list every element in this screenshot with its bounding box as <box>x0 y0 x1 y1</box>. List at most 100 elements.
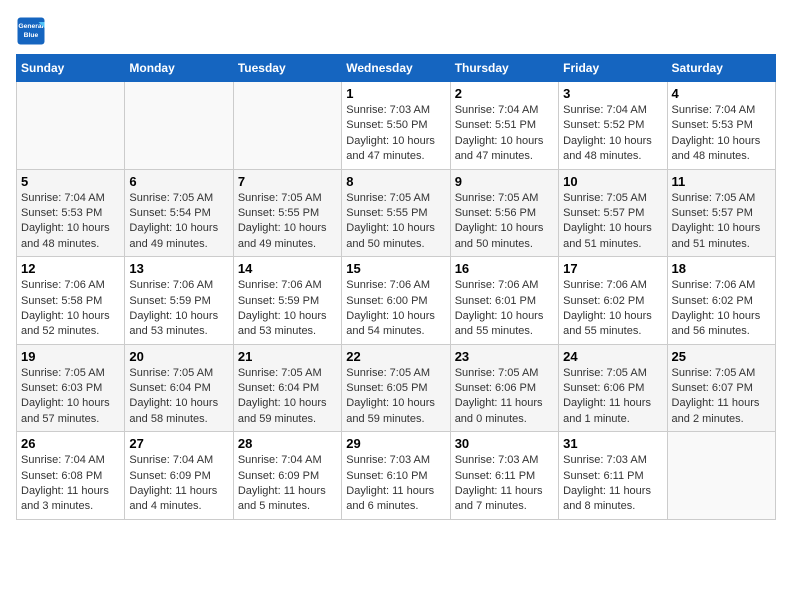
calendar-cell: 1 Sunrise: 7:03 AM Sunset: 5:50 PM Daylig… <box>342 82 450 170</box>
calendar-cell <box>667 432 775 520</box>
calendar-cell: 17Sunrise: 7:06 AM Sunset: 6:02 PM Dayli… <box>559 257 667 345</box>
day-number: 30 <box>455 436 554 451</box>
calendar-cell: 14 Sunrise: 7:06 AM Sunset: 5:59 PM Dayli… <box>233 257 341 345</box>
calendar-cell: 3 Sunrise: 7:04 AM Sunset: 5:52 PM Daylig… <box>559 82 667 170</box>
calendar-cell: 21Sunrise: 7:05 AM Sunset: 6:04 PM Dayli… <box>233 344 341 432</box>
calendar-cell: 2 Sunrise: 7:04 AM Sunset: 5:51 PM Daylig… <box>450 82 558 170</box>
day-info: Sunrise: 7:05 AM Sunset: 5:57 PM Dayligh… <box>563 191 662 253</box>
day-number: 31 <box>563 436 662 451</box>
day-info: Sunrise: 7:05 AM Sunset: 5:54 PM Dayligh… <box>129 191 228 253</box>
day-number: 22 <box>346 349 445 364</box>
calendar-cell: 9 Sunrise: 7:05 AM Sunset: 5:56 PM Daylig… <box>450 169 558 257</box>
day-info: Sunrise: 7:05 AM Sunset: 6:06 PM Dayligh… <box>563 366 662 428</box>
day-number: 16 <box>455 261 554 276</box>
day-number: 15 <box>346 261 445 276</box>
calendar-cell: 16 Sunrise: 7:06 AM Sunset: 6:01 PM Dayli… <box>450 257 558 345</box>
day-number: 3 <box>563 86 662 101</box>
calendar-cell: 7Sunrise: 7:05 AM Sunset: 5:55 PM Daylig… <box>233 169 341 257</box>
day-info: Sunrise: 7:05 AM Sunset: 6:07 PM Dayligh… <box>672 366 771 428</box>
calendar-cell: 26 Sunrise: 7:04 AM Sunset: 6:08 PM Dayli… <box>17 432 125 520</box>
calendar-cell: 8 Sunrise: 7:05 AM Sunset: 5:55 PM Daylig… <box>342 169 450 257</box>
calendar-cell: 20 Sunrise: 7:05 AM Sunset: 6:04 PM Dayli… <box>125 344 233 432</box>
week-row-1: 5 Sunrise: 7:04 AM Sunset: 5:53 PM Daylig… <box>17 169 776 257</box>
day-number: 27 <box>129 436 228 451</box>
calendar-cell: 19Sunrise: 7:05 AM Sunset: 6:03 PM Dayli… <box>17 344 125 432</box>
day-number: 13 <box>129 261 228 276</box>
header-wednesday: Wednesday <box>342 55 450 82</box>
day-info: Sunrise: 7:05 AM Sunset: 6:06 PM Dayligh… <box>455 366 554 428</box>
svg-text:Blue: Blue <box>24 32 39 39</box>
day-info: Sunrise: 7:03 AM Sunset: 6:10 PM Dayligh… <box>346 453 445 515</box>
calendar-cell: 4Sunrise: 7:04 AM Sunset: 5:53 PM Daylig… <box>667 82 775 170</box>
day-number: 24 <box>563 349 662 364</box>
day-number: 4 <box>672 86 771 101</box>
calendar-cell: 31Sunrise: 7:03 AM Sunset: 6:11 PM Dayli… <box>559 432 667 520</box>
logo-icon: General Blue <box>16 16 46 46</box>
calendar-cell: 10 Sunrise: 7:05 AM Sunset: 5:57 PM Dayli… <box>559 169 667 257</box>
day-number: 25 <box>672 349 771 364</box>
day-info: Sunrise: 7:04 AM Sunset: 6:08 PM Dayligh… <box>21 453 120 515</box>
day-info: Sunrise: 7:04 AM Sunset: 6:09 PM Dayligh… <box>238 453 337 515</box>
day-info: Sunrise: 7:05 AM Sunset: 6:03 PM Dayligh… <box>21 366 120 428</box>
day-number: 2 <box>455 86 554 101</box>
week-row-0: 1 Sunrise: 7:03 AM Sunset: 5:50 PM Daylig… <box>17 82 776 170</box>
day-number: 11 <box>672 174 771 189</box>
day-number: 12 <box>21 261 120 276</box>
day-number: 14 <box>238 261 337 276</box>
day-number: 6 <box>129 174 228 189</box>
day-number: 5 <box>21 174 120 189</box>
week-row-2: 12 Sunrise: 7:06 AM Sunset: 5:58 PM Dayli… <box>17 257 776 345</box>
day-info: Sunrise: 7:05 AM Sunset: 5:55 PM Dayligh… <box>238 191 337 253</box>
day-info: Sunrise: 7:06 AM Sunset: 5:59 PM Dayligh… <box>238 278 337 340</box>
day-number: 8 <box>346 174 445 189</box>
day-info: Sunrise: 7:05 AM Sunset: 5:55 PM Dayligh… <box>346 191 445 253</box>
calendar-cell: 18 Sunrise: 7:06 AM Sunset: 6:02 PM Dayli… <box>667 257 775 345</box>
calendar-cell <box>125 82 233 170</box>
calendar-cell: 22 Sunrise: 7:05 AM Sunset: 6:05 PM Dayli… <box>342 344 450 432</box>
day-number: 29 <box>346 436 445 451</box>
day-number: 18 <box>672 261 771 276</box>
day-info: Sunrise: 7:04 AM Sunset: 5:51 PM Dayligh… <box>455 103 554 165</box>
day-number: 20 <box>129 349 228 364</box>
header-thursday: Thursday <box>450 55 558 82</box>
calendar-cell <box>233 82 341 170</box>
day-number: 28 <box>238 436 337 451</box>
logo: General Blue <box>16 16 50 46</box>
calendar-cell: 6 Sunrise: 7:05 AM Sunset: 5:54 PM Daylig… <box>125 169 233 257</box>
day-info: Sunrise: 7:05 AM Sunset: 6:04 PM Dayligh… <box>129 366 228 428</box>
svg-text:General: General <box>18 23 43 30</box>
day-number: 23 <box>455 349 554 364</box>
day-info: Sunrise: 7:06 AM Sunset: 6:00 PM Dayligh… <box>346 278 445 340</box>
calendar-cell: 15 Sunrise: 7:06 AM Sunset: 6:00 PM Dayli… <box>342 257 450 345</box>
calendar-cell: 29 Sunrise: 7:03 AM Sunset: 6:10 PM Dayli… <box>342 432 450 520</box>
day-info: Sunrise: 7:04 AM Sunset: 5:53 PM Dayligh… <box>21 191 120 253</box>
header-sunday: Sunday <box>17 55 125 82</box>
week-row-3: 19Sunrise: 7:05 AM Sunset: 6:03 PM Dayli… <box>17 344 776 432</box>
page-header: General Blue <box>16 16 776 46</box>
day-info: Sunrise: 7:04 AM Sunset: 5:52 PM Dayligh… <box>563 103 662 165</box>
day-info: Sunrise: 7:05 AM Sunset: 6:05 PM Dayligh… <box>346 366 445 428</box>
calendar-cell: 28 Sunrise: 7:04 AM Sunset: 6:09 PM Dayli… <box>233 432 341 520</box>
calendar-cell: 24 Sunrise: 7:05 AM Sunset: 6:06 PM Dayli… <box>559 344 667 432</box>
day-info: Sunrise: 7:05 AM Sunset: 5:57 PM Dayligh… <box>672 191 771 253</box>
day-number: 9 <box>455 174 554 189</box>
header-monday: Monday <box>125 55 233 82</box>
day-number: 17 <box>563 261 662 276</box>
day-info: Sunrise: 7:06 AM Sunset: 5:58 PM Dayligh… <box>21 278 120 340</box>
calendar-cell: 25 Sunrise: 7:05 AM Sunset: 6:07 PM Dayli… <box>667 344 775 432</box>
calendar-table: SundayMondayTuesdayWednesdayThursdayFrid… <box>16 54 776 520</box>
day-number: 26 <box>21 436 120 451</box>
day-info: Sunrise: 7:06 AM Sunset: 6:02 PM Dayligh… <box>672 278 771 340</box>
calendar-cell <box>17 82 125 170</box>
day-info: Sunrise: 7:03 AM Sunset: 5:50 PM Dayligh… <box>346 103 445 165</box>
day-info: Sunrise: 7:04 AM Sunset: 6:09 PM Dayligh… <box>129 453 228 515</box>
header-tuesday: Tuesday <box>233 55 341 82</box>
day-number: 10 <box>563 174 662 189</box>
day-info: Sunrise: 7:03 AM Sunset: 6:11 PM Dayligh… <box>455 453 554 515</box>
calendar-cell: 5 Sunrise: 7:04 AM Sunset: 5:53 PM Daylig… <box>17 169 125 257</box>
day-number: 1 <box>346 86 445 101</box>
day-number: 21 <box>238 349 337 364</box>
day-info: Sunrise: 7:06 AM Sunset: 6:01 PM Dayligh… <box>455 278 554 340</box>
day-info: Sunrise: 7:06 AM Sunset: 5:59 PM Dayligh… <box>129 278 228 340</box>
day-info: Sunrise: 7:05 AM Sunset: 5:56 PM Dayligh… <box>455 191 554 253</box>
